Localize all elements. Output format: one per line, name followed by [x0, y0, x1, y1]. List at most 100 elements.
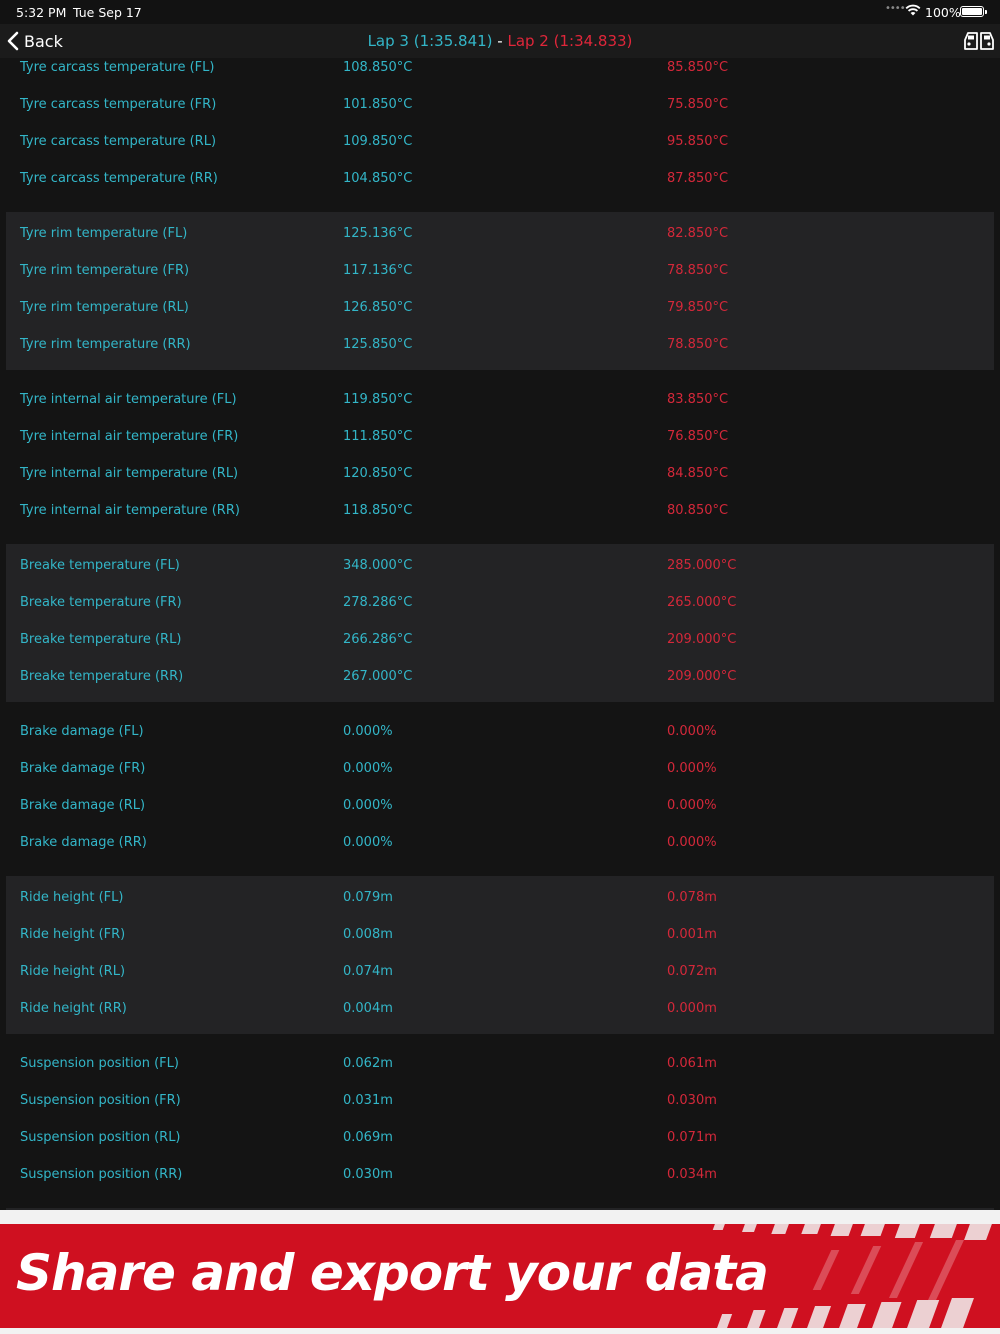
lap-a-value: 0.000% [343, 798, 393, 813]
table-row[interactable]: Ride height (FR) 0.008m 0.001m [6, 917, 994, 954]
lap-b-value: 78.850°C [667, 263, 729, 278]
table-row[interactable]: Suspension position (RR) 0.030m 0.034m [0, 1157, 1000, 1194]
lap-a-value: 348.000°C [343, 558, 413, 573]
table-row[interactable]: Tyre carcass temperature (FL) 108.850°C 85… [0, 58, 1000, 87]
table-row[interactable]: Tyre internal air temperature (FR) 111.85… [0, 419, 1000, 456]
data-group: Tyre rim temperature (FL) 125.136°C 82.850… [6, 212, 994, 370]
row-label: Ride height (FR) [20, 927, 126, 942]
lap-b-value: 87.850°C [667, 171, 729, 186]
cars-compare-icon[interactable] [963, 29, 995, 53]
lap-b-value: 209.000°C [667, 632, 737, 647]
table-row[interactable]: Tyre carcass temperature (RL) 109.850°C 95… [0, 124, 1000, 161]
lap-a-value: 125.136°C [343, 226, 413, 241]
lap-b-value: 0.072m [667, 964, 717, 979]
data-group: Suspension position (FL) 0.062m 0.061m Susp… [0, 1042, 1000, 1200]
table-row[interactable]: Tyre internal air temperature (FL) 119.85… [0, 382, 1000, 419]
lap-a-value: 0.062m [343, 1056, 393, 1071]
lap-a-value: 120.850°C [343, 466, 413, 481]
lap-b-title: Lap 2 (1:34.833) [507, 32, 633, 50]
row-label: Tyre internal air temperature (RL) [20, 466, 239, 481]
table-row[interactable]: Suspension position (FL) 0.062m 0.061m [0, 1046, 1000, 1083]
lap-b-value: 285.000°C [667, 558, 737, 573]
table-row[interactable]: Tyre rim temperature (RL) 126.850°C 79.850… [6, 290, 994, 327]
lap-comparison-title: Lap 3 (1:35.841) - Lap 2 (1:34.833) [0, 32, 1000, 50]
row-label: Breake temperature (RL) [20, 632, 182, 647]
table-row[interactable]: Breake temperature (FL) 348.000°C 285.000°… [6, 548, 994, 585]
telemetry-table[interactable]: Tyre carcass temperature (FL) 108.850°C 85… [0, 58, 1000, 1210]
row-label: Tyre internal air temperature (FR) [20, 429, 239, 444]
table-row[interactable]: Tyre rim temperature (FL) 125.136°C 82.850… [6, 216, 994, 253]
lap-b-value: 0.001m [667, 927, 717, 942]
table-row[interactable]: Tyre internal air temperature (RR) 118.85… [0, 493, 1000, 530]
table-row[interactable]: Suspension position (RL) 0.069m 0.071m [0, 1120, 1000, 1157]
data-group: Tyre carcass temperature (FL) 108.850°C 85… [0, 58, 1000, 204]
lap-a-value: 0.030m [343, 1167, 393, 1182]
lap-b-value: 265.000°C [667, 595, 737, 610]
lap-b-value: 0.000% [667, 835, 717, 850]
row-label: Breake temperature (RR) [20, 669, 184, 684]
data-group: Ride height (FL) 0.079m 0.078m Ride height … [6, 876, 994, 1034]
table-row[interactable]: Ride height (FL) 0.079m 0.078m [6, 880, 994, 917]
lap-b-value: 82.850°C [667, 226, 729, 241]
data-group: Brake damage (FL) 0.000% 0.000% Brake damag… [0, 710, 1000, 868]
status-date: Tue Sep 17 [73, 5, 142, 20]
table-row[interactable]: Tyre carcass temperature (FR) 101.850°C 75… [0, 87, 1000, 124]
table-row[interactable]: Ride height (RR) 0.004m 0.000m [6, 991, 994, 1028]
table-row[interactable]: Brake damage (RL) 0.000% 0.000% [0, 788, 1000, 825]
lap-b-value: 80.850°C [667, 503, 729, 518]
table-row[interactable]: Breake temperature (FR) 278.286°C 265.000°… [6, 585, 994, 622]
table-row[interactable]: Breake temperature (RL) 266.286°C 209.000°… [6, 622, 994, 659]
lap-a-value: 0.004m [343, 1001, 393, 1016]
row-label: Breake temperature (FR) [20, 595, 182, 610]
row-label: Suspension position (RR) [20, 1167, 183, 1182]
row-label: Brake damage (RR) [20, 835, 147, 850]
row-label: Ride height (RL) [20, 964, 126, 979]
lap-a-value: 104.850°C [343, 171, 413, 186]
lap-a-title: Lap 3 (1:35.841) [367, 32, 493, 50]
lap-a-value: 109.850°C [343, 134, 413, 149]
data-group: Breake temperature (FL) 348.000°C 285.000°… [6, 544, 994, 702]
lap-b-value: 0.078m [667, 890, 717, 905]
lap-b-value: 0.000% [667, 798, 717, 813]
lap-b-value: 0.034m [667, 1167, 717, 1182]
row-label: Tyre carcass temperature (FR) [20, 97, 217, 112]
lap-b-value: 0.061m [667, 1056, 717, 1071]
row-label: Brake damage (FL) [20, 724, 144, 739]
table-row[interactable]: Suspension position (FR) 0.031m 0.030m [0, 1083, 1000, 1120]
row-label: Tyre carcass temperature (RL) [20, 134, 217, 149]
row-label: Ride height (FL) [20, 890, 124, 905]
table-row[interactable]: Tyre carcass temperature (RR) 104.850°C 87… [0, 161, 1000, 198]
banner-headline: Share and export your data [16, 1244, 769, 1302]
lap-b-value: 85.850°C [667, 60, 729, 75]
row-label: Tyre carcass temperature (FL) [20, 60, 215, 75]
lap-b-value: 0.000% [667, 761, 717, 776]
lap-a-value: 108.850°C [343, 60, 413, 75]
lap-a-value: 267.000°C [343, 669, 413, 684]
navigation-bar: Back Lap 3 (1:35.841) - Lap 2 (1:34.833) [0, 24, 1000, 58]
lap-a-value: 278.286°C [343, 595, 413, 610]
lap-a-value: 0.079m [343, 890, 393, 905]
table-row[interactable]: Tyre rim temperature (FR) 117.136°C 78.850… [6, 253, 994, 290]
row-label: Breake temperature (FL) [20, 558, 180, 573]
table-row[interactable]: Brake damage (RR) 0.000% 0.000% [0, 825, 1000, 862]
table-row[interactable]: Tyre rim temperature (RR) 125.850°C 78.850… [6, 327, 994, 364]
table-row[interactable]: Brake damage (FL) 0.000% 0.000% [0, 714, 1000, 751]
lap-a-value: 117.136°C [343, 263, 413, 278]
lap-b-value: 84.850°C [667, 466, 729, 481]
telemetry-table-body: Tyre carcass temperature (FL) 108.850°C 85… [0, 58, 1000, 1210]
row-label: Suspension position (FL) [20, 1056, 179, 1071]
data-group: Tyre internal air temperature (FL) 119.85… [0, 378, 1000, 536]
lap-b-value: 209.000°C [667, 669, 737, 684]
table-row[interactable]: Tyre internal air temperature (RL) 120.85… [0, 456, 1000, 493]
battery-percent: 100% [925, 5, 961, 20]
row-label: Suspension position (FR) [20, 1093, 181, 1108]
lap-b-value: 95.850°C [667, 134, 729, 149]
table-row[interactable]: Ride height (RL) 0.074m 0.072m [6, 954, 994, 991]
table-row[interactable]: Brake damage (FR) 0.000% 0.000% [0, 751, 1000, 788]
lap-b-value: 0.000m [667, 1001, 717, 1016]
lap-b-value: 83.850°C [667, 392, 729, 407]
lap-a-value: 119.850°C [343, 392, 413, 407]
table-row[interactable]: Breake temperature (RR) 267.000°C 209.000°… [6, 659, 994, 696]
battery-icon [960, 6, 987, 17]
lap-b-value: 0.071m [667, 1130, 717, 1145]
